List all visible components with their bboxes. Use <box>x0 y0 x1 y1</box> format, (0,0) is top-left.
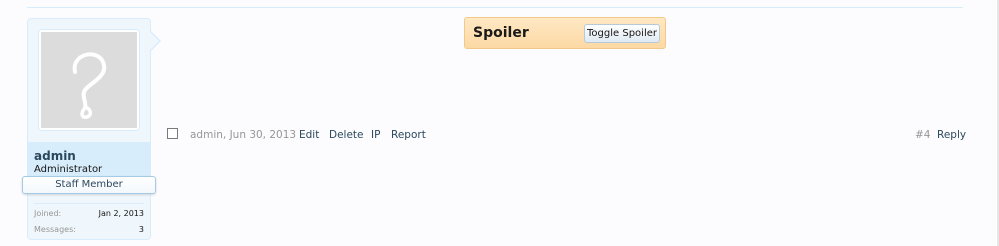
ip-link[interactable]: IP <box>371 129 380 141</box>
joined-label: Joined: <box>34 209 62 218</box>
message-user-info: admin Administrator Staff Member Joined:… <box>22 18 161 241</box>
top-divider <box>27 7 963 8</box>
post-number[interactable]: #4 <box>915 129 930 141</box>
report-link[interactable]: Report <box>391 129 426 141</box>
messages-label: Messages: <box>34 225 76 234</box>
default-avatar-question-icon <box>41 32 137 128</box>
messages-row: Messages: 3 <box>34 225 144 241</box>
panel-arrow-inner <box>150 32 159 50</box>
reply-link[interactable]: Reply <box>937 129 966 141</box>
post-author-date[interactable]: admin, Jun 30, 2013 <box>190 129 296 141</box>
spoiler-box: Spoiler Toggle Spoiler <box>464 17 666 49</box>
toggle-spoiler-button[interactable]: Toggle Spoiler <box>584 24 660 43</box>
messages-value[interactable]: 3 <box>139 225 144 234</box>
staff-member-banner: Staff Member <box>22 176 156 194</box>
spoiler-title: Spoiler <box>473 25 529 41</box>
user-extra-info: Joined: Jan 2, 2013 Messages: 3 <box>34 203 144 241</box>
delete-link[interactable]: Delete <box>329 129 364 141</box>
user-title: Administrator <box>34 164 103 175</box>
extra-info-divider <box>34 203 144 204</box>
select-post-checkbox[interactable] <box>167 128 178 139</box>
joined-value: Jan 2, 2013 <box>98 209 144 218</box>
joined-row: Joined: Jan 2, 2013 <box>34 209 144 225</box>
edit-link[interactable]: Edit <box>299 129 319 141</box>
avatar[interactable] <box>38 29 140 131</box>
username-link[interactable]: admin <box>34 149 76 163</box>
